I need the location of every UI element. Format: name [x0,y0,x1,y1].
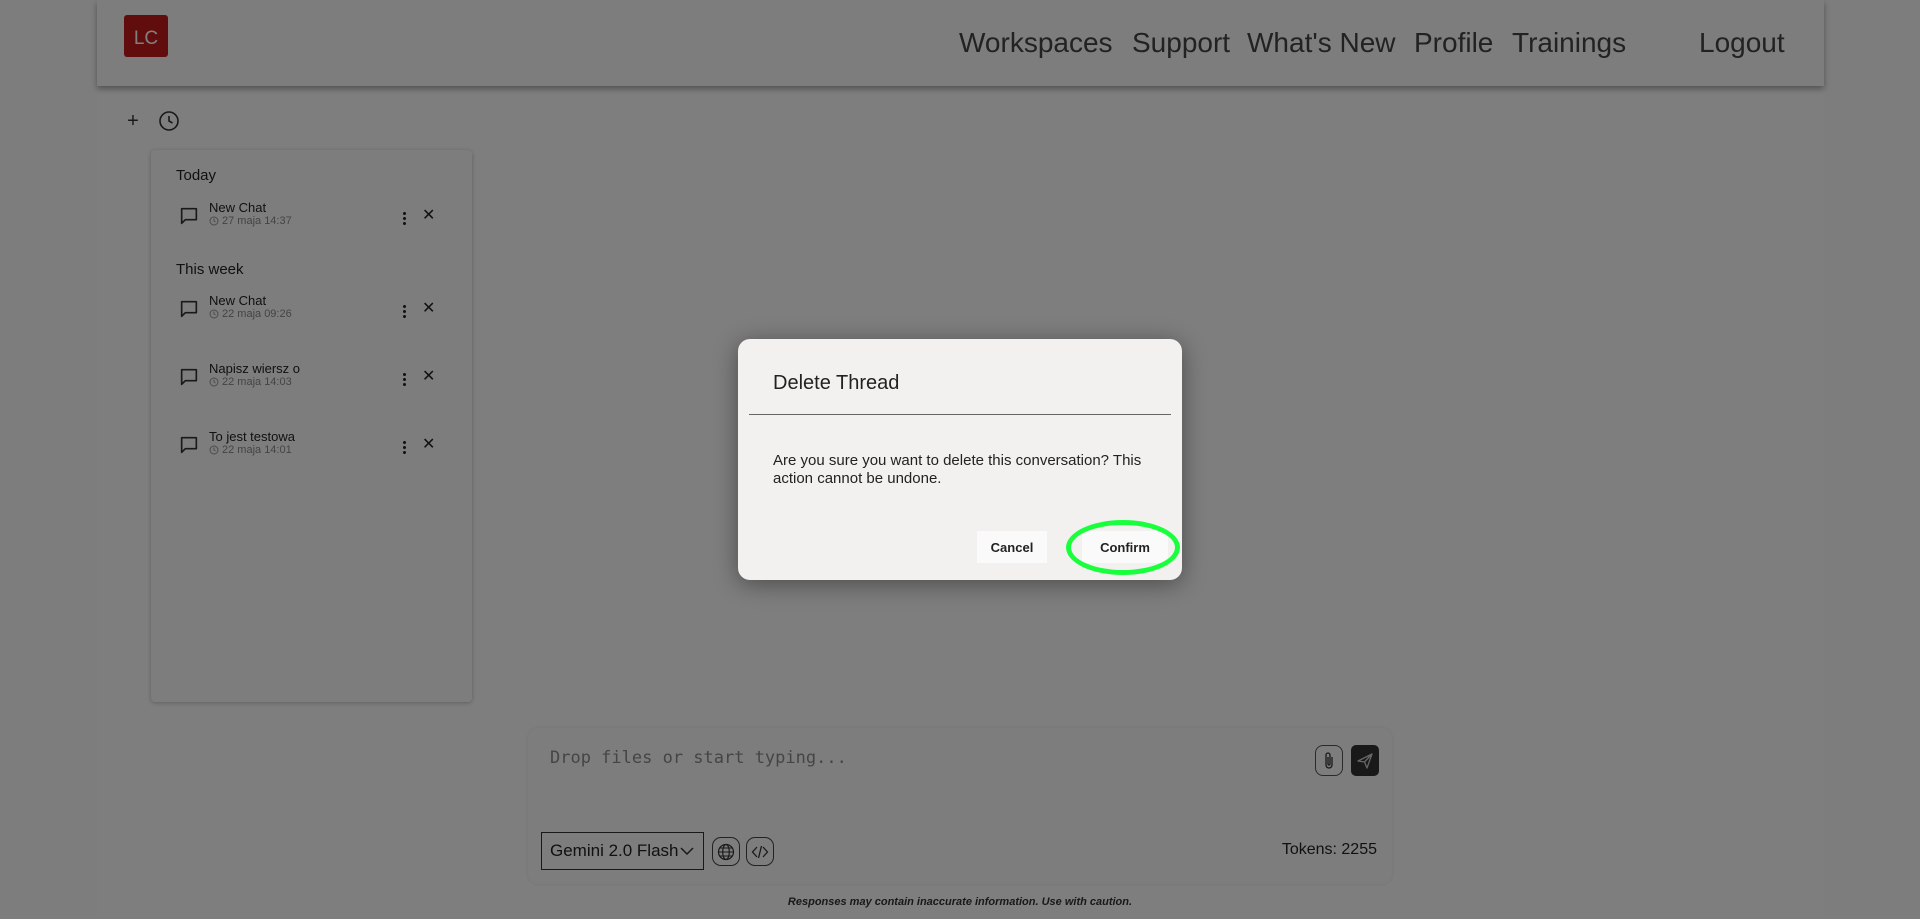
dialog-title: Delete Thread [773,372,900,394]
dialog-divider [749,414,1171,415]
confirm-highlight-ring [1066,520,1180,575]
cancel-button[interactable]: Cancel [977,531,1047,563]
dialog-message: Are you sure you want to delete this con… [773,452,1142,487]
